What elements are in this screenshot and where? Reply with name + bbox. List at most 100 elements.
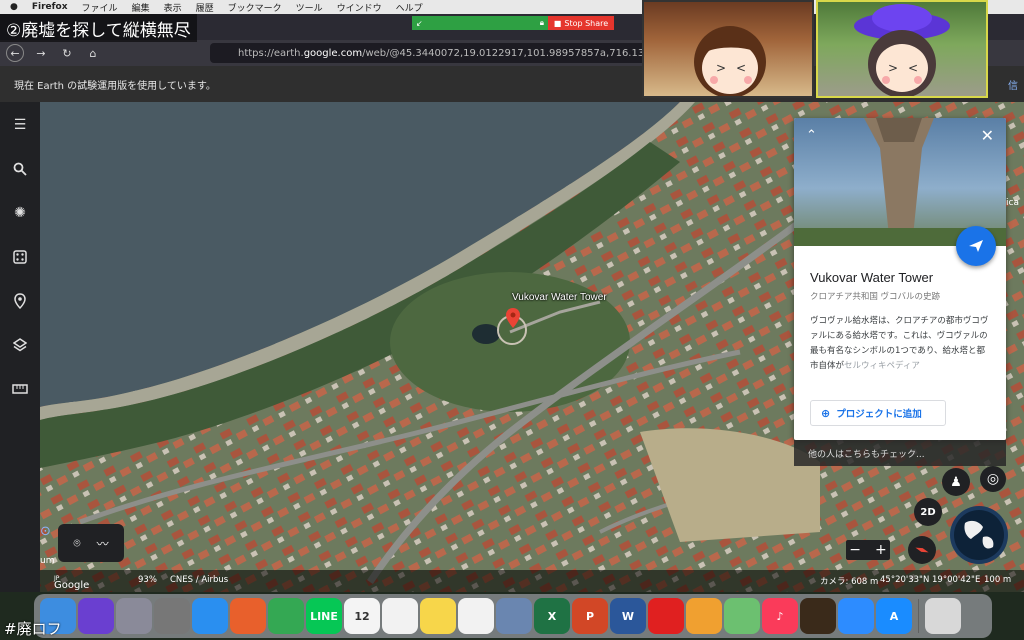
reload-button[interactable]: ↻ xyxy=(58,44,76,62)
wikipedia-link[interactable]: セルウィキペディア xyxy=(844,361,920,371)
menu-history[interactable]: 履歴 xyxy=(196,1,214,14)
url-prefix: https://earth. xyxy=(238,47,304,59)
compass-icon[interactable] xyxy=(908,536,936,564)
menu-tools[interactable]: ツール xyxy=(296,1,323,14)
excel-icon[interactable]: X xyxy=(534,598,570,634)
url-bar[interactable]: https://earth. google.com/web/@45.3440072… xyxy=(210,43,650,63)
notice-right-text[interactable]: 信 xyxy=(1008,77,1018,92)
svg-text:>: > xyxy=(888,61,898,75)
search-icon[interactable] xyxy=(9,158,31,180)
side-label-right: ica xyxy=(1006,198,1019,208)
map-status-bar: Google JP 93% CNES / Airbus カメラ: 608 m 45… xyxy=(40,570,1024,592)
toggle-2d-button[interactable]: 2D xyxy=(914,498,942,526)
place-marker-icon[interactable]: ⌾ xyxy=(73,536,80,551)
webcam-avatar-2: > < xyxy=(816,0,988,98)
svg-text:>: > xyxy=(716,61,726,75)
collapse-chevron-icon[interactable]: ⌃ xyxy=(806,128,817,143)
macos-dock: LINE 12 X P W ♪ A xyxy=(34,594,992,638)
webcam-avatar-1: > < xyxy=(642,0,814,98)
url-suffix: /web/@45.3440072,19.0122917,101.98957857… xyxy=(362,47,650,59)
siri-icon[interactable] xyxy=(78,598,114,634)
menubar-app-name[interactable]: Firefox xyxy=(32,2,68,12)
zoom-in-button[interactable]: + xyxy=(875,542,887,558)
zoom-out-button[interactable]: − xyxy=(849,542,861,558)
home-button[interactable]: ⌂ xyxy=(84,44,102,62)
camera-altitude: カメラ: 608 m xyxy=(820,577,879,587)
side-pin-icon[interactable]: ⊙ xyxy=(40,524,51,539)
projects-pin-icon[interactable] xyxy=(9,290,31,312)
close-icon[interactable]: ✕ xyxy=(981,126,994,145)
chrome-icon[interactable] xyxy=(268,598,304,634)
pages-icon[interactable] xyxy=(686,598,722,634)
video-caption: ②廃墟を探して縦横無尽 xyxy=(0,14,197,42)
place-subtitle: クロアチア共和国 ヴコバルの史跡 xyxy=(810,292,941,302)
feeling-lucky-dice-icon[interactable] xyxy=(9,246,31,268)
apple-icon[interactable]: ● xyxy=(10,2,18,12)
word-icon[interactable]: W xyxy=(610,598,646,634)
others-also-viewed[interactable]: 他の人はこちらもチェック... xyxy=(794,440,1006,466)
zoom-level: 93% xyxy=(138,575,157,585)
notice-text: 現在 Earth の試験運用版を使用しています。 xyxy=(14,80,216,92)
stop-share-label: Stop Share xyxy=(564,18,609,28)
menu-view[interactable]: 表示 xyxy=(164,1,182,14)
notes-icon[interactable] xyxy=(420,598,456,634)
voyager-icon[interactable]: ✺ xyxy=(9,202,31,224)
menu-file[interactable]: ファイル xyxy=(82,1,118,14)
photos-icon[interactable] xyxy=(458,598,494,634)
my-location-icon[interactable]: ◎ xyxy=(980,466,1006,492)
forward-button[interactable]: → xyxy=(32,44,50,62)
coordinates: 45°20'33"N 19°00'42"E xyxy=(880,575,981,585)
menu-bookmarks[interactable]: ブックマーク xyxy=(228,1,282,14)
add-pin-icon: ⊕ xyxy=(821,406,831,420)
powerpoint-icon[interactable]: P xyxy=(572,598,608,634)
pegman-icon[interactable]: ♟ xyxy=(942,468,970,496)
place-description: ヴコヴァル給水塔は、クロアチアの都市ヴコヴァルにある給水塔です。これは、ヴコヴァ… xyxy=(810,314,992,374)
scale-bar: 100 m xyxy=(984,575,1012,585)
preview-icon[interactable] xyxy=(496,598,532,634)
calendar-icon[interactable]: 12 xyxy=(344,598,380,634)
dock-separator xyxy=(918,599,919,633)
measure-ruler-icon[interactable] xyxy=(9,378,31,400)
menu-icon[interactable]: ☰ xyxy=(9,114,31,136)
line-icon[interactable]: LINE xyxy=(306,598,342,634)
location-tools: ⌾ 〰 xyxy=(58,524,124,562)
add-to-project-label: プロジェクトに追加 xyxy=(836,409,922,420)
launchpad-icon[interactable] xyxy=(116,598,152,634)
earth-sidebar: ☰ ✺ xyxy=(0,102,40,592)
firefox-icon[interactable] xyxy=(230,598,266,634)
side-label-fragment: um xyxy=(40,556,55,566)
acrobat-icon[interactable] xyxy=(648,598,684,634)
share-lock-icon: 🔒︎ xyxy=(539,18,544,27)
svg-text:<: < xyxy=(908,61,918,75)
menu-help[interactable]: ヘルプ xyxy=(396,1,423,14)
maps-icon[interactable] xyxy=(724,598,760,634)
place-info-card: ⌃ ✕ Vukovar Water Tower クロアチア共和国 ヴコバルの史跡… xyxy=(794,118,1006,440)
stop-icon: ■ xyxy=(553,18,562,28)
zoom-controls: − + xyxy=(846,540,890,560)
safari-icon[interactable] xyxy=(192,598,228,634)
trash-icon[interactable] xyxy=(925,598,961,634)
fly-to-button[interactable] xyxy=(956,226,996,266)
imagery-attribution: CNES / Airbus xyxy=(170,575,229,585)
stop-share-button[interactable]: ■ Stop Share xyxy=(548,16,614,30)
music-icon[interactable]: ♪ xyxy=(762,598,798,634)
poi-label[interactable]: Vukovar Water Tower xyxy=(512,292,607,303)
svg-text:<: < xyxy=(736,61,746,75)
location-pin-icon[interactable] xyxy=(506,308,520,332)
screen-share-bar: ↙ 🔒︎ ■ Stop Share xyxy=(412,16,614,30)
system-preferences-icon[interactable] xyxy=(154,598,190,634)
garageband-icon[interactable] xyxy=(800,598,836,634)
place-title: Vukovar Water Tower xyxy=(810,270,934,285)
back-button[interactable]: ← xyxy=(6,44,24,62)
app-store-icon[interactable]: A xyxy=(876,598,912,634)
share-status[interactable]: ↙ 🔒︎ xyxy=(412,16,548,30)
path-icon[interactable]: 〰 xyxy=(97,535,109,552)
share-arrow-icon: ↙ xyxy=(416,18,423,28)
textedit-icon[interactable] xyxy=(382,598,418,634)
add-to-project-button[interactable]: ⊕ プロジェクトに追加 xyxy=(810,400,946,426)
menu-window[interactable]: ウインドウ xyxy=(337,1,382,14)
map-style-layers-icon[interactable] xyxy=(9,334,31,356)
globe-icon[interactable] xyxy=(950,506,1008,564)
zoom-icon[interactable] xyxy=(838,598,874,634)
menu-edit[interactable]: 編集 xyxy=(132,1,150,14)
